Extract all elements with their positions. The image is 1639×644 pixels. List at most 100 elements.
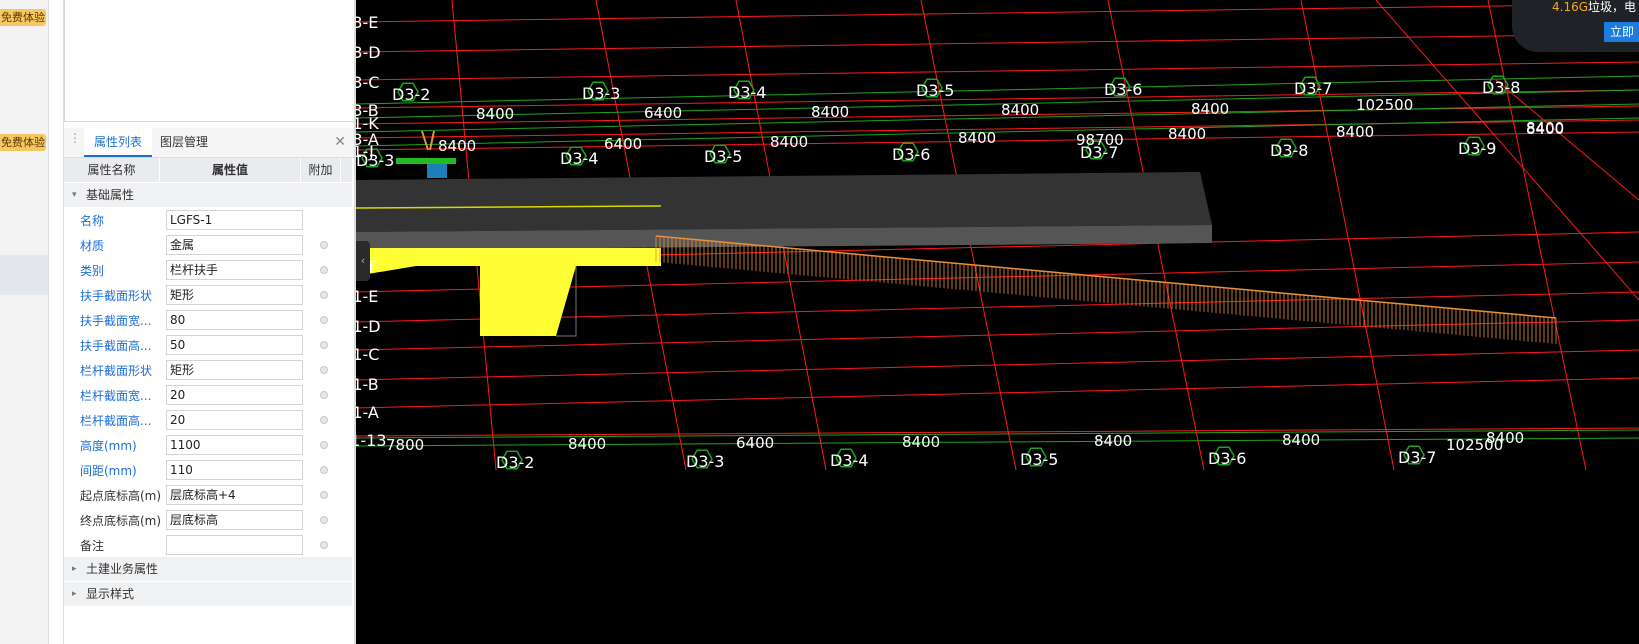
property-row[interactable]: 材质 金属 <box>64 233 352 258</box>
free-trial-badge[interactable]: 免费体验 <box>0 9 46 26</box>
column-header-name: 属性名称 <box>64 158 160 182</box>
axis-label: D3-9 <box>1458 139 1496 158</box>
axis-label-left: D1-C <box>356 345 379 364</box>
property-row[interactable]: 栏杆截面高... 20 <box>64 408 352 433</box>
property-name: 扶手截面高... <box>80 339 152 353</box>
property-value-input[interactable]: LGFS-1 <box>166 210 303 230</box>
property-name: 高度(mm) <box>80 439 137 453</box>
property-row[interactable]: 终点底标高(m) 层底标高 <box>64 508 352 533</box>
yellow-block[interactable] <box>480 266 576 336</box>
property-row[interactable]: 起点底标高(m) 层底标高+4 <box>64 483 352 508</box>
axis-label: D3-3 <box>582 84 620 103</box>
property-value-input[interactable]: 20 <box>166 385 303 405</box>
property-name: 间距(mm) <box>80 464 137 478</box>
property-row[interactable]: 扶手截面高... 50 <box>64 333 352 358</box>
extra-radio-icon[interactable] <box>320 516 328 524</box>
grid-line-horizontal <box>356 377 1639 409</box>
close-icon[interactable]: ✕ <box>334 134 346 150</box>
property-row[interactable]: 名称 LGFS-1 <box>64 208 352 233</box>
railing-handrail[interactable] <box>655 235 1557 319</box>
properties-panel: ⋮⋮ 属性列表 图层管理 ✕ 属性名称 属性值 附加 ▾ 基础属性 名称 LGFS… <box>64 0 356 644</box>
extra-radio-icon[interactable] <box>320 341 328 349</box>
column-header-extra: 附加 <box>301 158 341 182</box>
axis-label: D3-3 <box>686 452 724 471</box>
extra-radio-icon[interactable] <box>320 491 328 499</box>
dimension-label: 8400 <box>1526 120 1564 138</box>
3d-viewport[interactable]: D3-2 D3-3 D3-4 D3-5 D3-6 D3-7 D3-8 D3-3 D3-4 D3-5… <box>356 0 1639 644</box>
extra-radio-icon[interactable] <box>320 291 328 299</box>
axis-label: D3-7 <box>1398 448 1436 467</box>
group-title: 土建业务属性 <box>86 562 159 576</box>
group-civil-properties[interactable]: ▸ 土建业务属性 <box>64 557 352 581</box>
property-row[interactable]: 栏杆截面形状 矩形 <box>64 358 352 383</box>
extra-radio-icon[interactable] <box>320 541 328 549</box>
dimension-label: 8400 <box>770 133 808 151</box>
property-value-input[interactable]: 1100 <box>166 435 303 455</box>
property-name: 起点底标高(m) <box>80 489 162 503</box>
tab-property-list[interactable]: 属性列表 <box>84 128 153 157</box>
group-display-style[interactable]: ▸ 显示样式 <box>64 582 352 606</box>
property-row[interactable]: 扶手截面宽... 80 <box>64 308 352 333</box>
property-value-input[interactable]: 110 <box>166 460 303 480</box>
extra-radio-icon[interactable] <box>320 241 328 249</box>
extra-radio-icon[interactable] <box>320 466 328 474</box>
viewport-canvas[interactable]: D3-2 D3-3 D3-4 D3-5 D3-6 D3-7 D3-8 D3-3 D3-4 D3-5… <box>356 0 1639 644</box>
property-value-input[interactable]: 矩形 <box>166 285 303 305</box>
free-trial-badge[interactable]: 免费体验 <box>0 134 46 151</box>
axis-label: D3-8 <box>1482 78 1520 97</box>
property-row[interactable]: 栏杆截面宽... 20 <box>64 383 352 408</box>
group-title: 基础属性 <box>86 188 135 202</box>
grid-line-horizontal <box>356 131 1639 151</box>
property-row[interactable]: 备注 <box>64 533 352 558</box>
grid-line-horizontal <box>356 33 1639 53</box>
axis-label: D3-6 <box>892 145 930 164</box>
splitter[interactable] <box>48 0 64 644</box>
panel-upper-area <box>64 0 355 122</box>
selected-row-highlight <box>0 255 48 295</box>
axis-label-left: D1-J <box>356 142 374 161</box>
axis-label: D3-2 <box>496 453 534 472</box>
property-value-input[interactable]: 80 <box>166 310 303 330</box>
property-row[interactable]: 高度(mm) 1100 <box>64 433 352 458</box>
collapse-panel-handle[interactable]: ‹ <box>356 241 370 281</box>
axis-label-left: D1-E <box>356 287 378 306</box>
promo-button[interactable]: 立即 <box>1604 22 1639 42</box>
property-value-input[interactable]: 矩形 <box>166 360 303 380</box>
extra-radio-icon[interactable] <box>320 366 328 374</box>
blue-element[interactable] <box>427 164 447 178</box>
property-value-input[interactable]: 金属 <box>166 235 303 255</box>
dimension-label: 98700 <box>1076 131 1124 149</box>
dimension-label: 8400 <box>1282 431 1320 449</box>
promo-popup[interactable]: 4.16G垃圾，电 立即 <box>1512 0 1639 52</box>
green-element[interactable] <box>396 158 456 164</box>
property-value-input[interactable]: 50 <box>166 335 303 355</box>
axis-label-left: D1-D <box>356 317 381 336</box>
dimension-label: 8400 <box>568 435 606 453</box>
column-header-value: 属性值 <box>160 158 301 182</box>
axis-label-left: D3-C <box>356 73 379 92</box>
axis-label-left: D3-D <box>356 43 381 62</box>
extra-radio-icon[interactable] <box>320 391 328 399</box>
property-value-input[interactable]: 层底标高 <box>166 510 303 530</box>
group-basic-properties[interactable]: ▾ 基础属性 <box>64 183 352 207</box>
property-row[interactable]: 类别 栏杆扶手 <box>64 258 352 283</box>
axis-label-left: D3-E <box>356 13 378 32</box>
floor-slab[interactable] <box>356 172 1212 232</box>
extra-radio-icon[interactable] <box>320 441 328 449</box>
grid-line-horizontal <box>356 3 1639 23</box>
collapse-triangle-icon: ▾ <box>72 190 77 200</box>
property-value-input[interactable]: 层底标高+4 <box>166 485 303 505</box>
property-value-input[interactable]: 20 <box>166 410 303 430</box>
promo-text: 4.16G垃圾，电 <box>1552 0 1636 15</box>
axis-label: D3-2 <box>392 85 430 104</box>
property-row[interactable]: 间距(mm) 110 <box>64 458 352 483</box>
extra-radio-icon[interactable] <box>320 266 328 274</box>
tab-layer-management[interactable]: 图层管理 <box>150 128 218 157</box>
property-value-input[interactable] <box>166 535 303 555</box>
dimension-label: 6400 <box>644 104 682 122</box>
property-row[interactable]: 扶手截面形状 矩形 <box>64 283 352 308</box>
axis-label: D3-5 <box>916 81 954 100</box>
property-value-input[interactable]: 栏杆扶手 <box>166 260 303 280</box>
extra-radio-icon[interactable] <box>320 316 328 324</box>
extra-radio-icon[interactable] <box>320 416 328 424</box>
